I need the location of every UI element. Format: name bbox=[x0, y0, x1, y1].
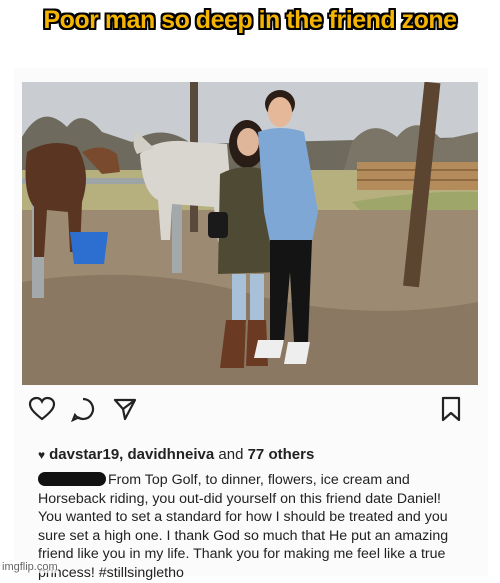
handbag bbox=[208, 212, 228, 238]
man-shoe bbox=[254, 340, 284, 358]
post-caption: From Top Golf, to dinner, flowers, ice c… bbox=[38, 471, 468, 583]
photo-scene bbox=[22, 82, 478, 385]
likes-others[interactable]: 77 others bbox=[248, 446, 315, 463]
comment-icon[interactable] bbox=[70, 396, 96, 427]
woman-jeans-2 bbox=[250, 274, 264, 326]
share-icon[interactable] bbox=[112, 396, 138, 427]
man-face bbox=[268, 97, 292, 127]
likes-users[interactable]: davstar19, davidhneiva bbox=[49, 446, 214, 463]
meme-title: Poor man so deep in the friend zone bbox=[43, 6, 457, 34]
imgflip-watermark: imgflip.com bbox=[2, 561, 58, 573]
likes-line: ♥ davstar19, davidhneiva and 77 others bbox=[38, 446, 314, 463]
blue-bucket bbox=[70, 232, 108, 264]
likes-heart-icon: ♥ bbox=[38, 448, 46, 462]
post-photo bbox=[22, 82, 478, 385]
woman-face bbox=[237, 128, 259, 156]
caption-text: From Top Golf, to dinner, flowers, ice c… bbox=[38, 472, 449, 581]
likes-and: and bbox=[214, 446, 248, 463]
post-actions-bar bbox=[28, 392, 468, 428]
bookmark-icon[interactable] bbox=[440, 396, 462, 427]
redacted-username bbox=[38, 472, 106, 486]
heart-icon[interactable] bbox=[28, 396, 56, 427]
woman-jeans bbox=[232, 274, 246, 326]
man-shoe-2 bbox=[284, 342, 310, 364]
